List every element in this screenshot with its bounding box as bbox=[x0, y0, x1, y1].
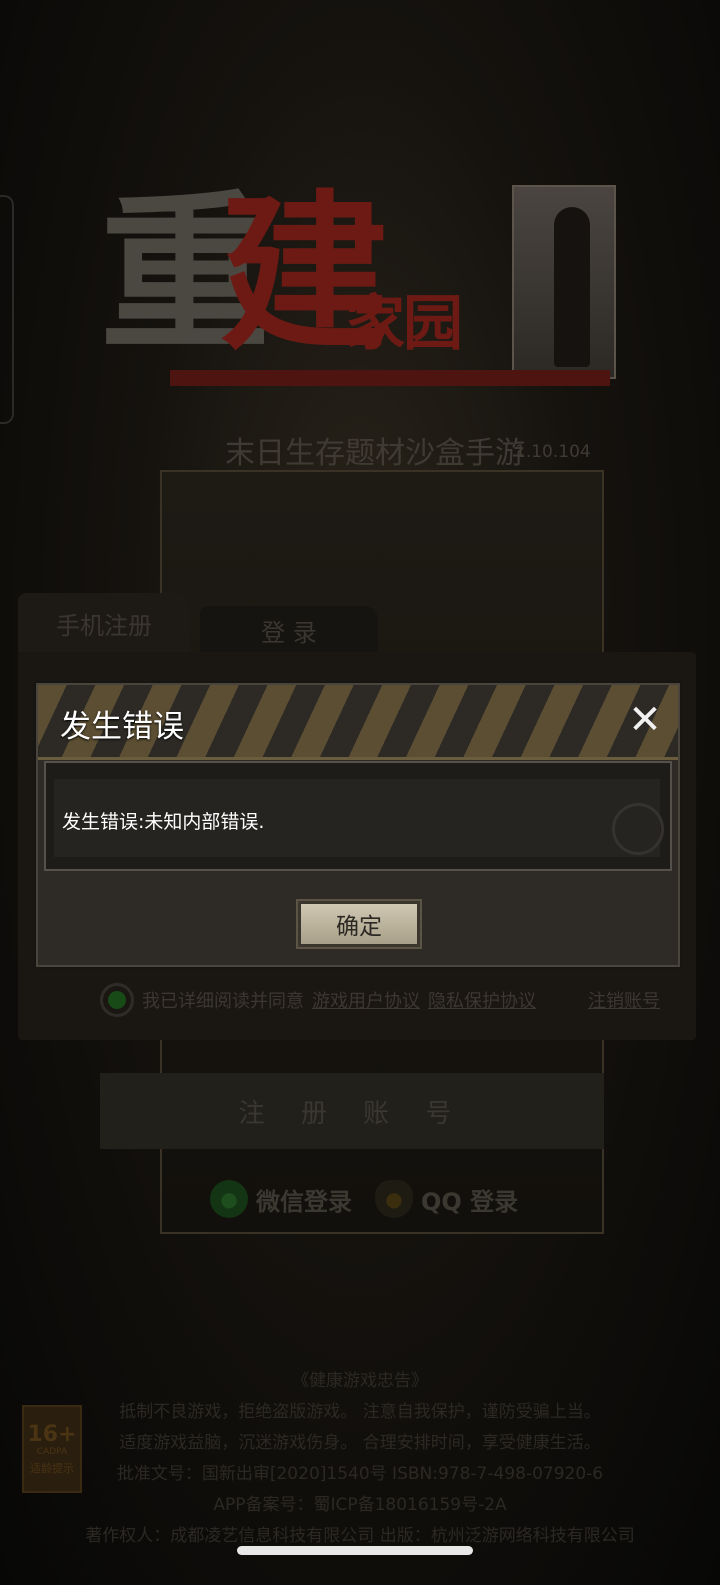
wechat-icon: ● bbox=[210, 1180, 248, 1218]
health-notice-line: 抵制不良游戏，拒绝盗版游戏。 注意自我保护，谨防受骗上当。 bbox=[119, 1402, 601, 1422]
dialog-message: 发生错误:未知内部错误. bbox=[62, 811, 265, 833]
user-agreement-link[interactable]: 游戏用户协议 bbox=[312, 987, 420, 1013]
health-notice-title: 《健康游戏忠告》 bbox=[292, 1371, 428, 1391]
agreement-row: 我已详细阅读并同意 游戏用户协议 隐私保护协议 注销账号 bbox=[100, 982, 660, 1018]
dialog-header: 发生错误 ✕ bbox=[38, 685, 678, 760]
logo-chars-small: 家园 bbox=[345, 289, 463, 359]
qq-login-label: QQ 登录 bbox=[421, 1187, 519, 1216]
error-dialog: 发生错误 ✕ 发生错误:未知内部错误. 确定 bbox=[36, 683, 680, 967]
tab-phone-register[interactable]: 手机注册 bbox=[18, 593, 190, 653]
qq-login-button[interactable]: ● QQ 登录 bbox=[375, 1175, 518, 1223]
check-dot-icon bbox=[108, 991, 126, 1009]
agreement-text: 我已详细阅读并同意 bbox=[142, 991, 304, 1012]
version-label: 1.10.104 bbox=[515, 442, 591, 462]
approval-number: 批准文号：国新出审[2020]1540号 ISBN:978-7-498-0792… bbox=[116, 1464, 604, 1484]
logo-underline bbox=[170, 370, 610, 386]
radiation-icon bbox=[612, 803, 664, 855]
dialog-message-box: 发生错误:未知内部错误. bbox=[54, 779, 660, 857]
side-panel-handle[interactable] bbox=[0, 195, 14, 424]
agree-checkbox[interactable] bbox=[100, 983, 134, 1017]
game-logo: 重 建 家园 bbox=[100, 180, 620, 400]
game-subtitle: 末日生存题材沙盒手游 bbox=[225, 436, 525, 471]
privacy-agreement-link[interactable]: 隐私保护协议 bbox=[428, 987, 536, 1013]
wechat-login-button[interactable]: ● 微信登录 bbox=[210, 1175, 352, 1223]
cancel-account-link[interactable]: 注销账号 bbox=[588, 987, 660, 1013]
register-button[interactable]: 注 册 账 号 bbox=[100, 1073, 604, 1149]
confirm-button[interactable]: 确定 bbox=[296, 899, 422, 949]
dialog-title: 发生错误 bbox=[60, 709, 184, 745]
health-notice-line: 适度游戏益脑，沉迷游戏伤身。 合理安排时间，享受健康生活。 bbox=[119, 1433, 601, 1453]
wechat-login-label: 微信登录 bbox=[256, 1187, 352, 1216]
qq-penguin-icon: ● bbox=[375, 1180, 413, 1218]
logo-silhouette-image bbox=[512, 185, 616, 379]
home-indicator[interactable] bbox=[237, 1546, 473, 1555]
health-notice: 《健康游戏忠告》 抵制不良游戏，拒绝盗版游戏。 注意自我保护，谨防受骗上当。 适… bbox=[0, 1366, 720, 1552]
tab-login[interactable]: 登 录 bbox=[200, 606, 378, 654]
icp-number: APP备案号：蜀ICP备18016159号-2A bbox=[213, 1495, 507, 1515]
close-icon[interactable]: ✕ bbox=[622, 697, 668, 743]
dialog-body: 发生错误:未知内部错误. bbox=[44, 761, 672, 871]
